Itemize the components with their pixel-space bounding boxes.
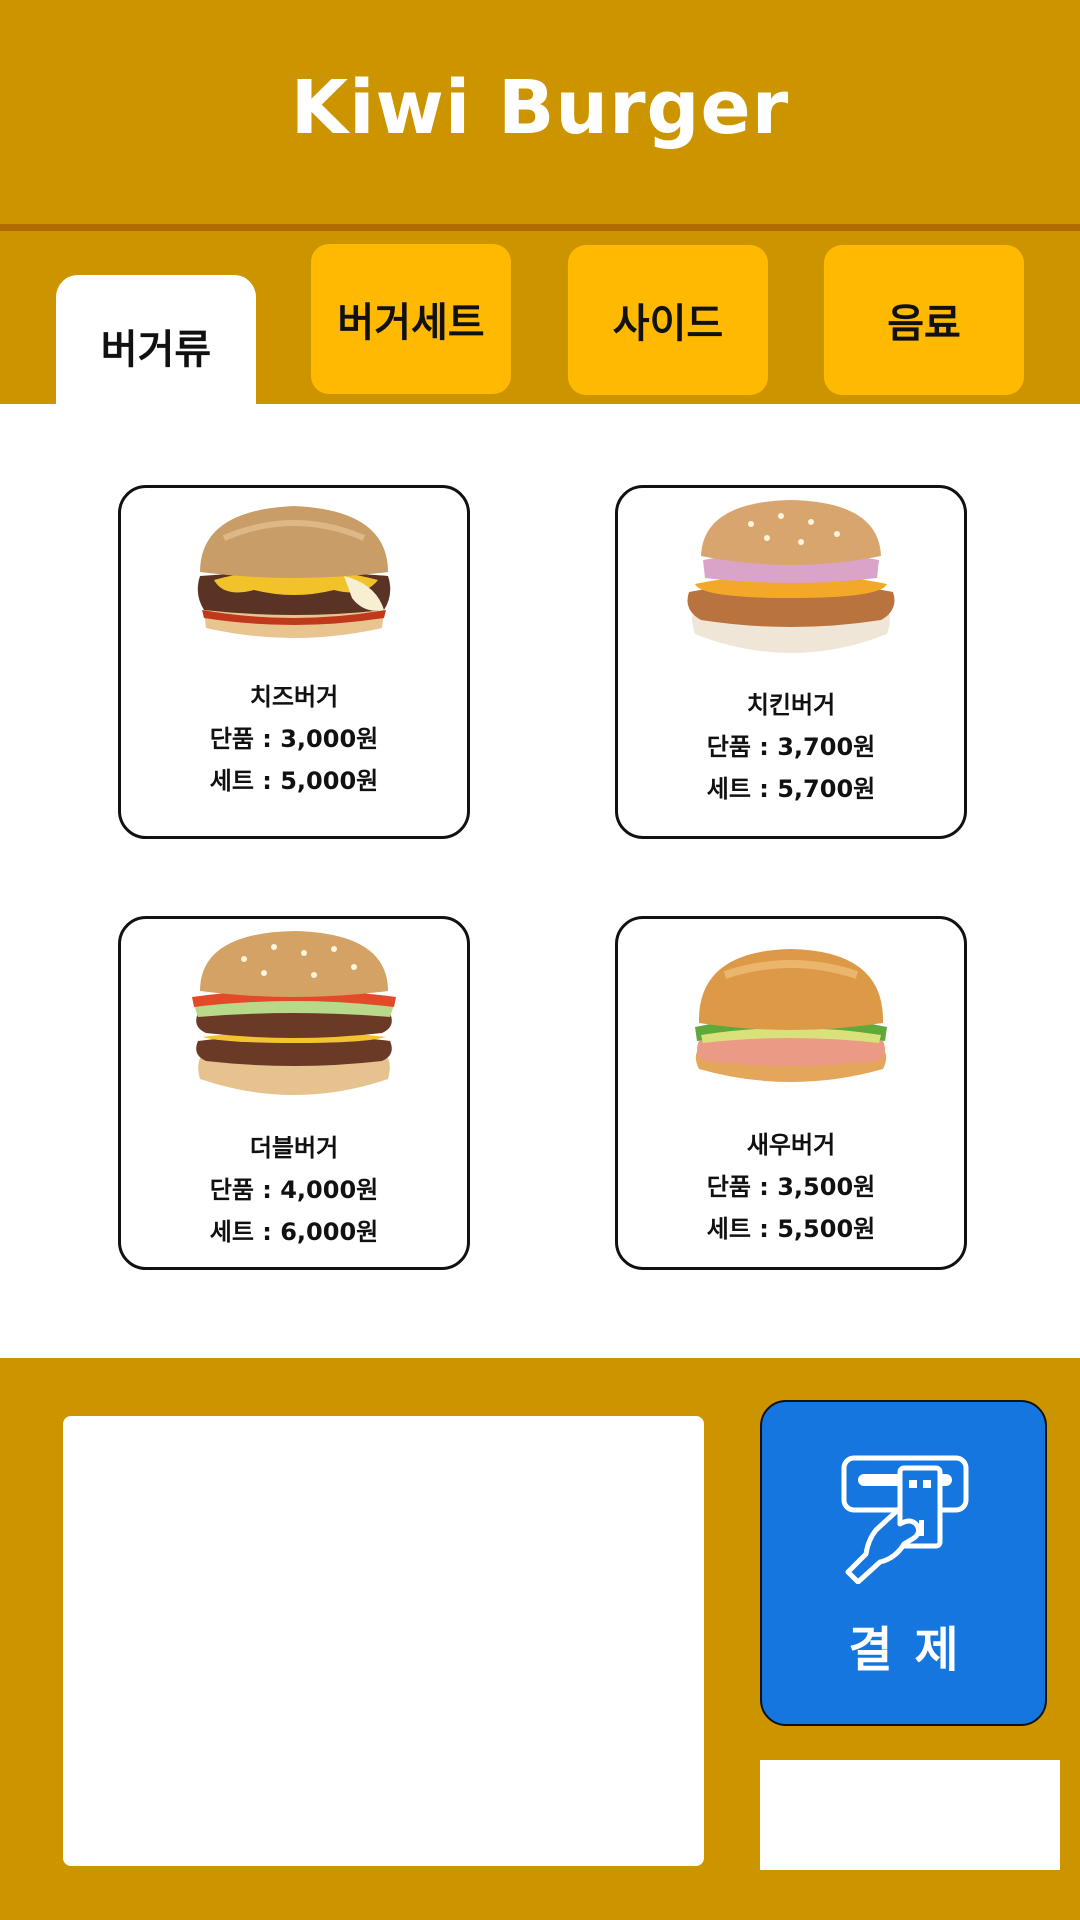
item-single-price: 단품 : 4,000원 (209, 1176, 379, 1204)
chicken-burger-image (618, 494, 964, 664)
tab-burgers[interactable]: 버거류 (56, 275, 256, 405)
menu-item-card[interactable]: 더블버거 단품 : 4,000원 세트 : 6,000원 (118, 916, 470, 1270)
menu-item-card[interactable]: 치즈버거 단품 : 3,000원 세트 : 5,000원 (118, 485, 470, 839)
tab-sides[interactable]: 사이드 (568, 245, 768, 395)
item-single-price: 단품 : 3,700원 (706, 733, 876, 761)
menu-item-card[interactable]: 새우버거 단품 : 3,500원 세트 : 5,500원 (615, 916, 967, 1270)
tab-label: 버거류 (100, 327, 212, 373)
menu-item-card[interactable]: 치킨버거 단품 : 3,700원 세트 : 5,700원 (615, 485, 967, 839)
double-burger-image (121, 929, 467, 1099)
tab-label: 음료 (887, 301, 961, 347)
item-set-price: 세트 : 5,700원 (706, 775, 876, 803)
app-title: Kiwi Burger (290, 65, 790, 151)
pay-button[interactable]: 결제 (760, 1400, 1047, 1726)
total-display (760, 1760, 1060, 1870)
header: Kiwi Burger (0, 0, 1080, 224)
order-list-panel[interactable] (63, 1416, 704, 1866)
item-name: 치즈버거 (249, 683, 339, 711)
tab-drinks[interactable]: 음료 (824, 245, 1024, 395)
item-single-price: 단품 : 3,000원 (209, 725, 379, 753)
tab-label: 사이드 (612, 301, 724, 347)
item-set-price: 세트 : 5,500원 (706, 1215, 876, 1243)
footer-panel: 결제 (0, 1358, 1080, 1920)
item-name: 치킨버거 (746, 691, 836, 719)
item-single-price: 단품 : 3,500원 (706, 1173, 876, 1201)
tab-burger-sets[interactable]: 버거세트 (311, 244, 511, 394)
item-name: 더블버거 (249, 1134, 339, 1162)
pay-button-label: 결제 (848, 1622, 981, 1678)
shrimp-burger-image (618, 945, 964, 1115)
item-set-price: 세트 : 5,000원 (209, 767, 379, 795)
item-name: 새우버거 (746, 1131, 836, 1159)
item-set-price: 세트 : 6,000원 (209, 1218, 379, 1246)
card-payment-icon (841, 1455, 969, 1584)
tab-label: 버거세트 (337, 300, 485, 346)
header-divider (0, 224, 1080, 231)
category-tabbar: 버거류 버거세트 사이드 음료 (0, 231, 1080, 405)
cheeseburger-image (121, 498, 467, 668)
